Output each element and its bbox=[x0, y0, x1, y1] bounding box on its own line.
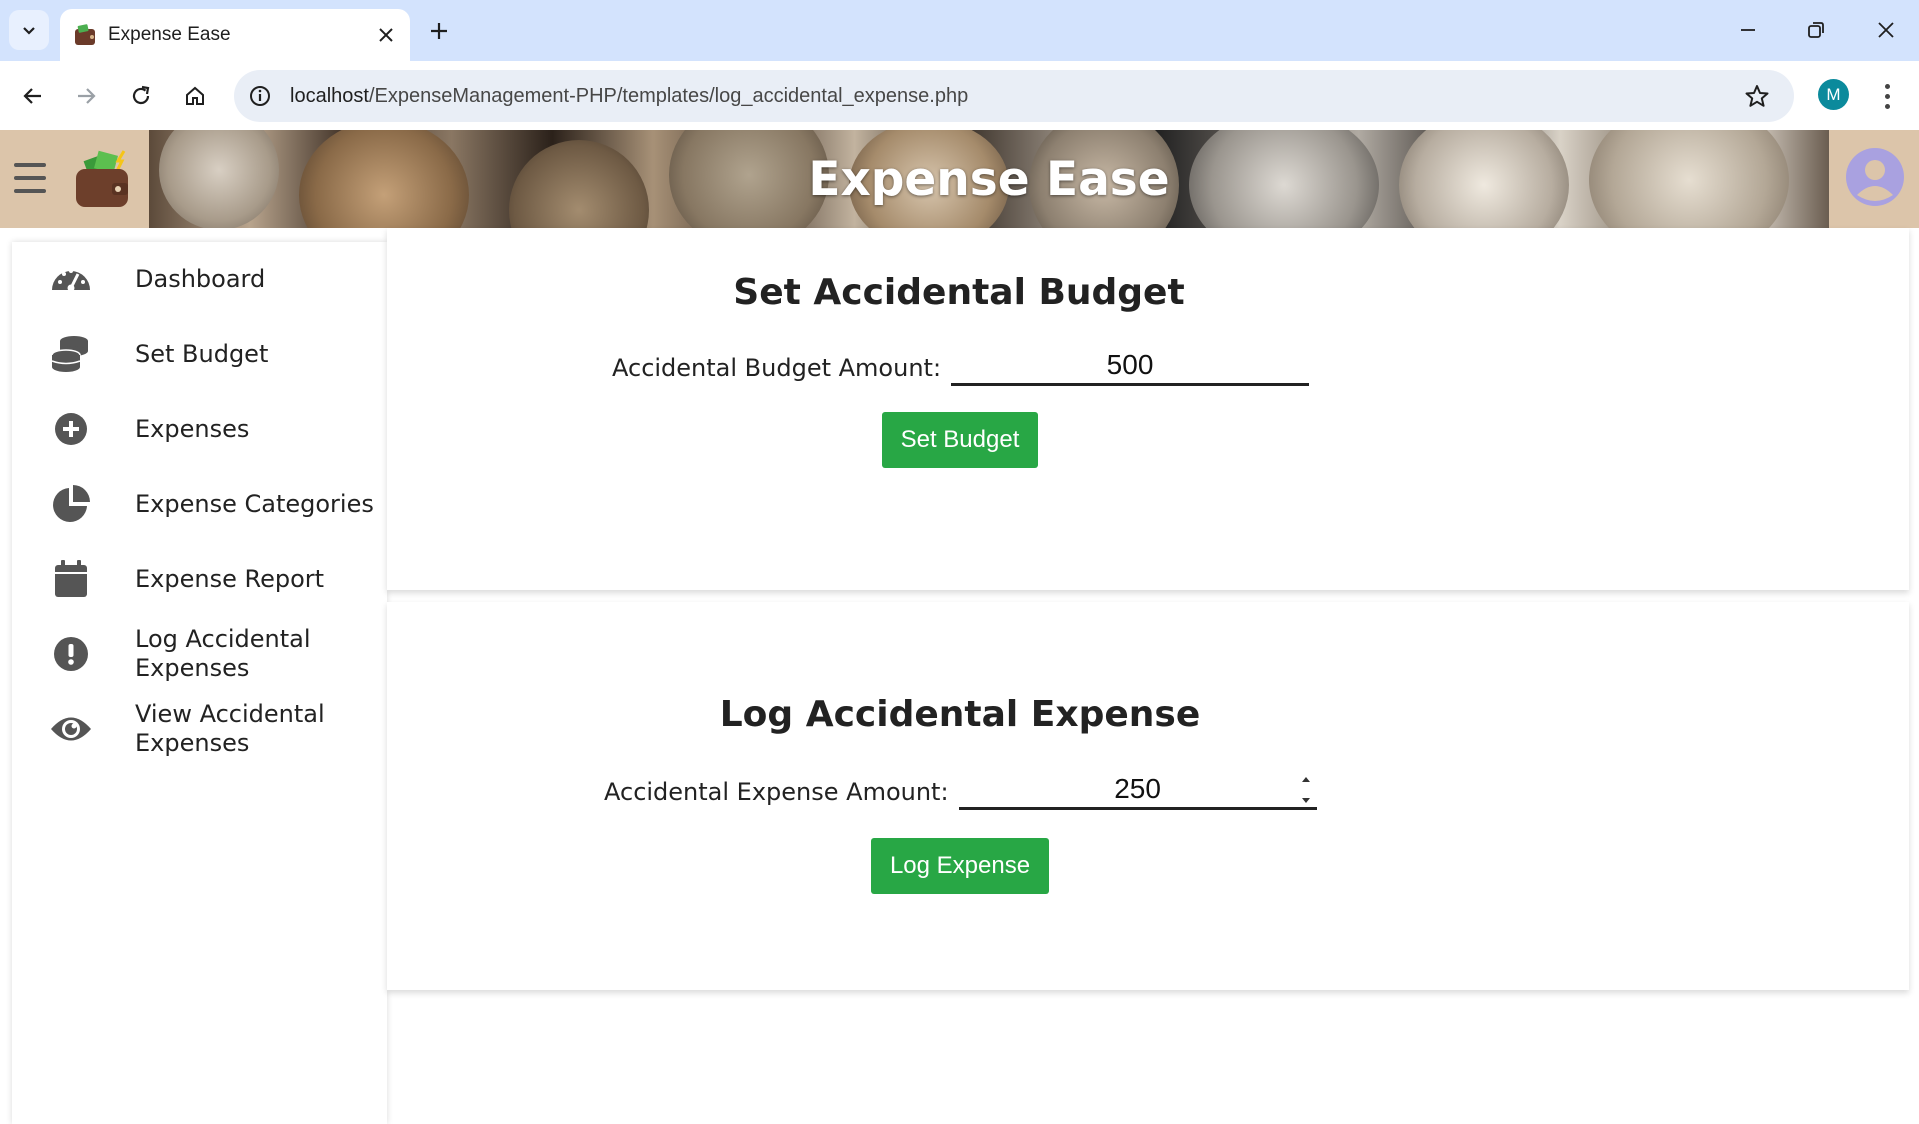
arrow-left-icon bbox=[23, 88, 41, 104]
expense-amount-input[interactable] bbox=[958, 770, 1317, 810]
home-icon bbox=[186, 86, 204, 105]
expense-amount-field bbox=[958, 770, 1317, 810]
budget-amount-label: Accidental Budget Amount: bbox=[612, 354, 942, 382]
arrow-right-icon bbox=[78, 88, 96, 104]
set-budget-button[interactable]: Set Budget bbox=[882, 412, 1038, 468]
tab-search-button[interactable] bbox=[9, 10, 49, 50]
log-expense-card: Log Accidental Expense Accidental Expens… bbox=[387, 602, 1909, 990]
restore-icon bbox=[1808, 22, 1824, 38]
sidebar-item-label: Dashboard bbox=[135, 264, 266, 293]
number-spinner[interactable] bbox=[1299, 776, 1313, 804]
new-tab-icon[interactable] bbox=[424, 16, 454, 46]
reload-button[interactable] bbox=[123, 78, 159, 114]
sidebar-item-set-budget[interactable]: Set Budget bbox=[12, 324, 387, 384]
wallet-logo-icon bbox=[76, 150, 128, 207]
user-avatar-icon[interactable] bbox=[1845, 147, 1905, 207]
spinner-down-icon[interactable] bbox=[1301, 797, 1311, 804]
sidebar-item-dashboard[interactable]: Dashboard bbox=[12, 249, 387, 309]
url-path: /ExpenseManagement-PHP/templates/log_acc… bbox=[368, 85, 969, 107]
sidebar-item-label: Expense Report bbox=[135, 564, 325, 593]
sidebar-item-expense-categories[interactable]: Expense Categories bbox=[12, 474, 387, 534]
bookmark-star-icon[interactable] bbox=[1744, 83, 1770, 109]
minimize-icon bbox=[1741, 29, 1755, 31]
pie-chart-icon bbox=[50, 483, 92, 525]
browser-menu-icon[interactable] bbox=[1872, 79, 1902, 113]
plus-circle-icon bbox=[50, 408, 92, 450]
expense-amount-label: Accidental Expense Amount: bbox=[604, 778, 949, 806]
sidebar-item-log-accidental-expenses[interactable]: Log Accidental Expenses bbox=[12, 624, 387, 684]
reload-icon bbox=[132, 85, 150, 105]
hamburger-menu-icon[interactable] bbox=[14, 163, 46, 193]
sidebar-item-label: View Accidental Expenses bbox=[135, 700, 325, 757]
close-icon bbox=[1878, 22, 1894, 38]
sidebar: Dashboard Set Budget Expenses Expense Ca… bbox=[12, 242, 387, 1124]
budget-amount-input[interactable] bbox=[951, 346, 1310, 386]
close-tab-icon[interactable] bbox=[374, 23, 398, 47]
back-button[interactable] bbox=[15, 78, 51, 114]
budget-amount-row: Accidental Budget Amount: bbox=[612, 346, 1310, 386]
coins-icon bbox=[50, 333, 92, 375]
sidebar-item-label: Log Accidental Expenses bbox=[135, 625, 311, 682]
sidebar-item-view-accidental-expenses[interactable]: View Accidental Expenses bbox=[12, 699, 387, 759]
log-expense-title: Log Accidental Expense bbox=[719, 694, 1201, 735]
site-info-icon[interactable] bbox=[248, 84, 272, 108]
sidebar-item-label: Expense Categories bbox=[135, 489, 374, 518]
chevron-down-icon bbox=[23, 27, 35, 35]
set-budget-card: Set Accidental Budget Accidental Budget … bbox=[387, 228, 1909, 590]
profile-avatar[interactable]: M bbox=[1818, 79, 1849, 110]
eye-icon bbox=[50, 708, 92, 750]
url-host: localhost bbox=[290, 85, 369, 107]
wallet-favicon-icon bbox=[75, 24, 95, 45]
tab-title: Expense Ease bbox=[108, 24, 231, 45]
app-title: Expense Ease bbox=[808, 151, 1170, 207]
calendar-icon bbox=[50, 558, 92, 600]
sidebar-item-expense-report[interactable]: Expense Report bbox=[12, 549, 387, 609]
sidebar-item-expenses[interactable]: Expenses bbox=[12, 399, 387, 459]
home-button[interactable] bbox=[177, 78, 213, 114]
set-budget-title: Set Accidental Budget bbox=[733, 272, 1185, 313]
browser-tab[interactable]: Expense Ease bbox=[60, 9, 410, 61]
forward-button[interactable] bbox=[68, 78, 104, 114]
minimize-button[interactable] bbox=[1728, 12, 1768, 48]
address-bar[interactable]: localhost/ExpenseManagement-PHP/template… bbox=[234, 70, 1794, 122]
log-expense-button[interactable]: Log Expense bbox=[871, 838, 1049, 894]
url-text: localhost/ExpenseManagement-PHP/template… bbox=[290, 81, 968, 111]
spinner-up-icon[interactable] bbox=[1301, 776, 1311, 783]
browser-toolbar: localhost/ExpenseManagement-PHP/template… bbox=[0, 61, 1919, 130]
coins-banner-image: Expense Ease bbox=[149, 130, 1829, 228]
sidebar-item-label: Expenses bbox=[135, 414, 250, 443]
close-window-button[interactable] bbox=[1866, 12, 1906, 48]
restore-button[interactable] bbox=[1796, 12, 1836, 48]
gauge-icon bbox=[50, 258, 92, 300]
browser-tab-bar: Expense Ease bbox=[0, 0, 1919, 61]
sidebar-item-label: Set Budget bbox=[135, 339, 269, 368]
expense-amount-row: Accidental Expense Amount: bbox=[604, 770, 1317, 810]
app-header: Expense Ease bbox=[0, 130, 1919, 228]
exclamation-circle-icon bbox=[50, 633, 92, 675]
